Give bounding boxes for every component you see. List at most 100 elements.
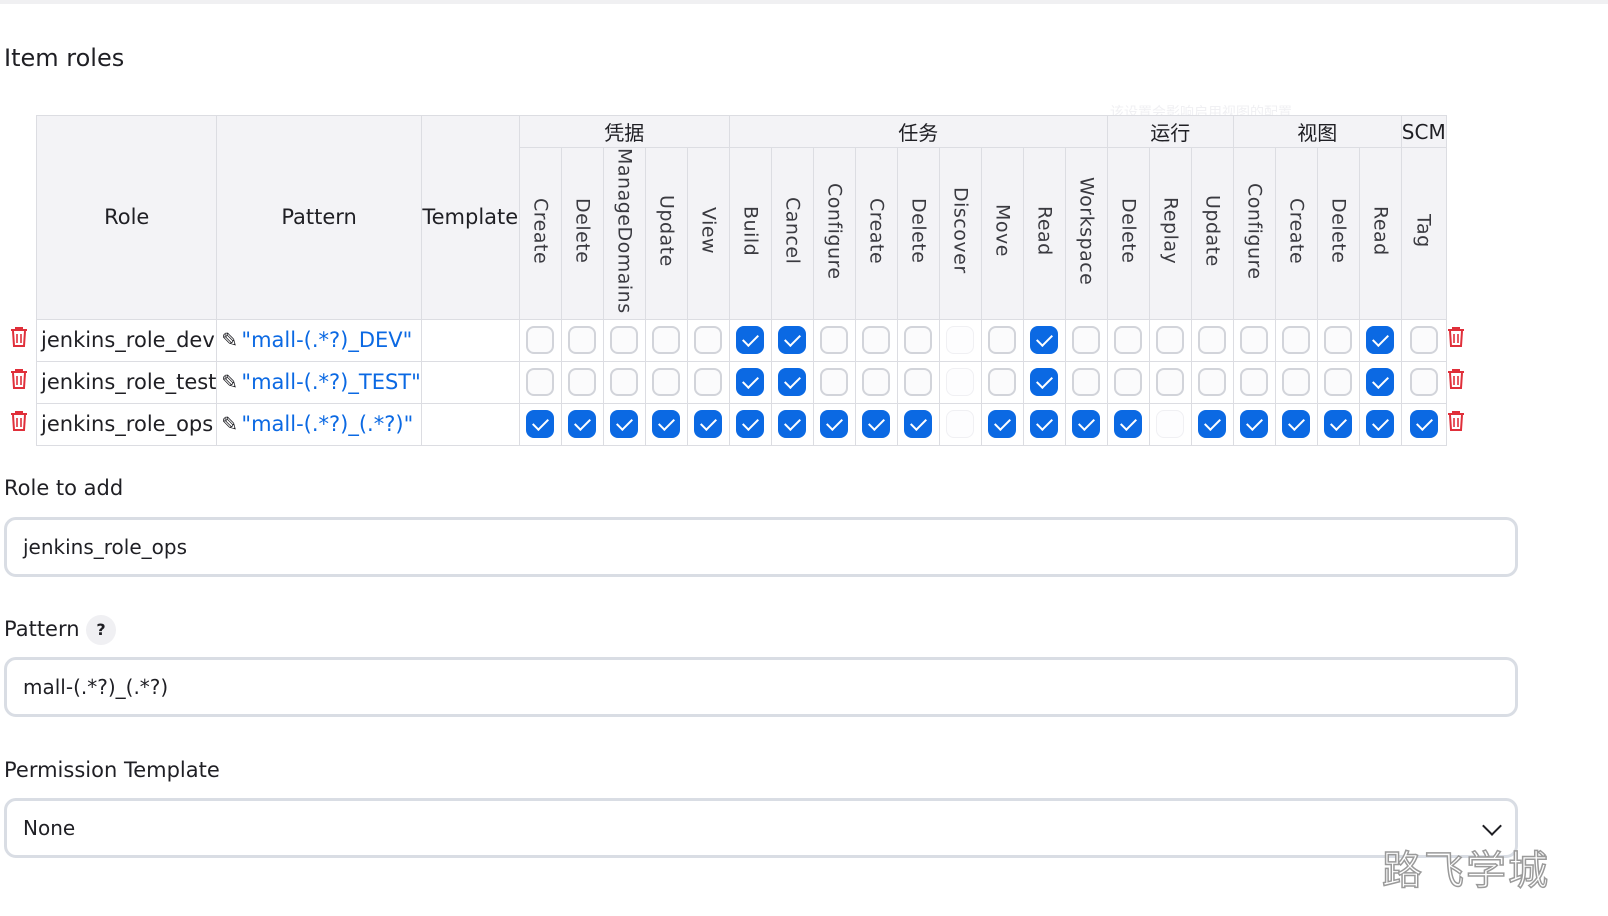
permission-checkbox-checked[interactable]	[988, 410, 1017, 439]
edit-pencil-icon[interactable]: ✎	[221, 370, 241, 394]
permission-checkbox[interactable]	[988, 368, 1017, 397]
delete-role-right-icon[interactable]	[1447, 410, 1464, 431]
permission-checkbox[interactable]	[694, 326, 723, 355]
permission-checkbox-checked[interactable]	[1366, 410, 1395, 439]
permission-cell	[1022, 402, 1066, 446]
permission-checkbox[interactable]	[610, 368, 639, 397]
permission-cell	[938, 318, 982, 362]
permission-checkbox[interactable]	[1324, 326, 1353, 355]
permission-checkbox[interactable]	[988, 326, 1017, 355]
permission-checkbox[interactable]	[694, 368, 723, 397]
permission-checkbox[interactable]	[1198, 326, 1227, 355]
permission-checkbox-checked[interactable]	[568, 410, 597, 439]
permission-checkbox[interactable]	[862, 368, 891, 397]
permission-checkbox[interactable]	[568, 326, 597, 355]
edit-pencil-icon[interactable]: ✎	[221, 412, 241, 436]
role-pattern-cell: ✎ "mall-(.*?)_(.*?)"	[216, 402, 422, 446]
role-pattern-link[interactable]: "mall-(.*?)_DEV"	[241, 328, 412, 352]
permission-cell	[1064, 402, 1108, 446]
permission-header-label: Update	[655, 194, 678, 267]
permission-checkbox-checked[interactable]	[1240, 410, 1269, 439]
permission-cell	[1064, 360, 1108, 404]
permission-checkbox-checked[interactable]	[694, 410, 723, 439]
permission-checkbox[interactable]	[1240, 368, 1269, 397]
permission-checkbox-checked[interactable]	[1282, 410, 1311, 439]
permission-cell	[770, 318, 814, 362]
permission-checkbox[interactable]	[1282, 368, 1311, 397]
permission-checkbox[interactable]	[652, 326, 681, 355]
permission-checkbox-checked[interactable]	[1366, 368, 1395, 397]
edit-pencil-icon[interactable]: ✎	[221, 328, 241, 352]
permission-checkbox-checked[interactable]	[652, 410, 681, 439]
permission-checkbox[interactable]	[1072, 368, 1101, 397]
permission-checkbox[interactable]	[610, 326, 639, 355]
permission-cell	[812, 360, 856, 404]
permission-checkbox[interactable]	[904, 326, 933, 355]
permission-header: Create	[518, 147, 562, 320]
permission-group-header: 视图	[1232, 115, 1402, 148]
permission-checkbox-checked[interactable]	[1072, 410, 1101, 439]
role-name: jenkins_role_ops	[35, 402, 218, 446]
permission-header-label: Create	[1285, 197, 1308, 264]
permission-checkbox-checked[interactable]	[904, 410, 933, 439]
permission-checkbox[interactable]	[1240, 326, 1269, 355]
permission-checkbox[interactable]	[526, 368, 555, 397]
permission-checkbox-checked[interactable]	[610, 410, 639, 439]
permission-checkbox[interactable]	[1114, 326, 1143, 355]
permission-checkbox[interactable]	[1324, 368, 1353, 397]
permission-checkbox-checked[interactable]	[820, 410, 849, 439]
permission-checkbox-checked[interactable]	[736, 410, 765, 439]
permission-checkbox-checked[interactable]	[1366, 326, 1395, 355]
permission-checkbox[interactable]	[1156, 326, 1185, 355]
permission-checkbox-checked[interactable]	[736, 326, 765, 355]
permission-checkbox-checked[interactable]	[1030, 368, 1059, 397]
permission-checkbox-checked[interactable]	[526, 410, 555, 439]
permission-checkbox[interactable]	[1114, 368, 1143, 397]
permission-checkbox-checked[interactable]	[1409, 410, 1438, 439]
role-pattern-link[interactable]: "mall-(.*?)_TEST"	[241, 370, 420, 394]
role-pattern-link[interactable]: "mall-(.*?)_(.*?)"	[241, 412, 413, 436]
delete-role-left-icon[interactable]	[10, 326, 27, 347]
permission-template-select[interactable]: None	[4, 798, 1518, 858]
item-roles-table: Role Pattern Template 凭据 任务 运行 视图 SCM Create…	[35, 115, 1447, 446]
delete-role-right-icon[interactable]	[1447, 326, 1464, 347]
permission-cell	[854, 402, 898, 446]
permission-checkbox[interactable]	[1198, 368, 1227, 397]
pattern-help-icon[interactable]: ?	[86, 615, 116, 645]
permission-checkbox[interactable]	[820, 368, 849, 397]
permission-checkbox-checked[interactable]	[1030, 410, 1059, 439]
delete-role-left-icon[interactable]	[10, 410, 27, 431]
pattern-input[interactable]: mall-(.*?)_(.*?)	[4, 657, 1518, 717]
permission-checkbox[interactable]	[526, 326, 555, 355]
permission-checkbox[interactable]	[904, 368, 933, 397]
permission-checkbox-checked[interactable]	[862, 410, 891, 439]
permission-checkbox-checked[interactable]	[1030, 326, 1059, 355]
role-to-add-input[interactable]: jenkins_role_ops	[4, 517, 1518, 577]
permission-checkbox-checked[interactable]	[1198, 410, 1227, 439]
permission-checkbox[interactable]	[568, 368, 597, 397]
role-row: jenkins_role_dev ✎ "mall-(.*?)_DEV"	[35, 318, 1447, 362]
permission-cell	[644, 402, 688, 446]
permission-checkbox[interactable]	[1409, 368, 1438, 397]
permission-cell	[1190, 360, 1234, 404]
delete-role-left-icon[interactable]	[10, 368, 27, 389]
permission-checkbox-checked[interactable]	[778, 368, 807, 397]
permission-checkbox-checked[interactable]	[778, 326, 807, 355]
permission-checkbox[interactable]	[1156, 368, 1185, 397]
delete-role-right-icon[interactable]	[1447, 368, 1464, 389]
permission-checkbox[interactable]	[862, 326, 891, 355]
permission-checkbox[interactable]	[652, 368, 681, 397]
permission-header: Delete	[1316, 147, 1360, 320]
permission-checkbox[interactable]	[820, 326, 849, 355]
permission-checkbox[interactable]	[1282, 326, 1311, 355]
permission-checkbox[interactable]	[1072, 326, 1101, 355]
permission-header: Build	[728, 147, 772, 320]
permission-header: Discover	[938, 147, 982, 320]
permission-template-label: Permission Template	[4, 758, 220, 782]
permission-checkbox[interactable]	[1409, 326, 1438, 355]
permission-checkbox-checked[interactable]	[1114, 410, 1143, 439]
permission-checkbox-checked[interactable]	[736, 368, 765, 397]
permission-header-label: Read	[1033, 205, 1056, 256]
permission-checkbox-checked[interactable]	[778, 410, 807, 439]
permission-checkbox-checked[interactable]	[1324, 410, 1353, 439]
